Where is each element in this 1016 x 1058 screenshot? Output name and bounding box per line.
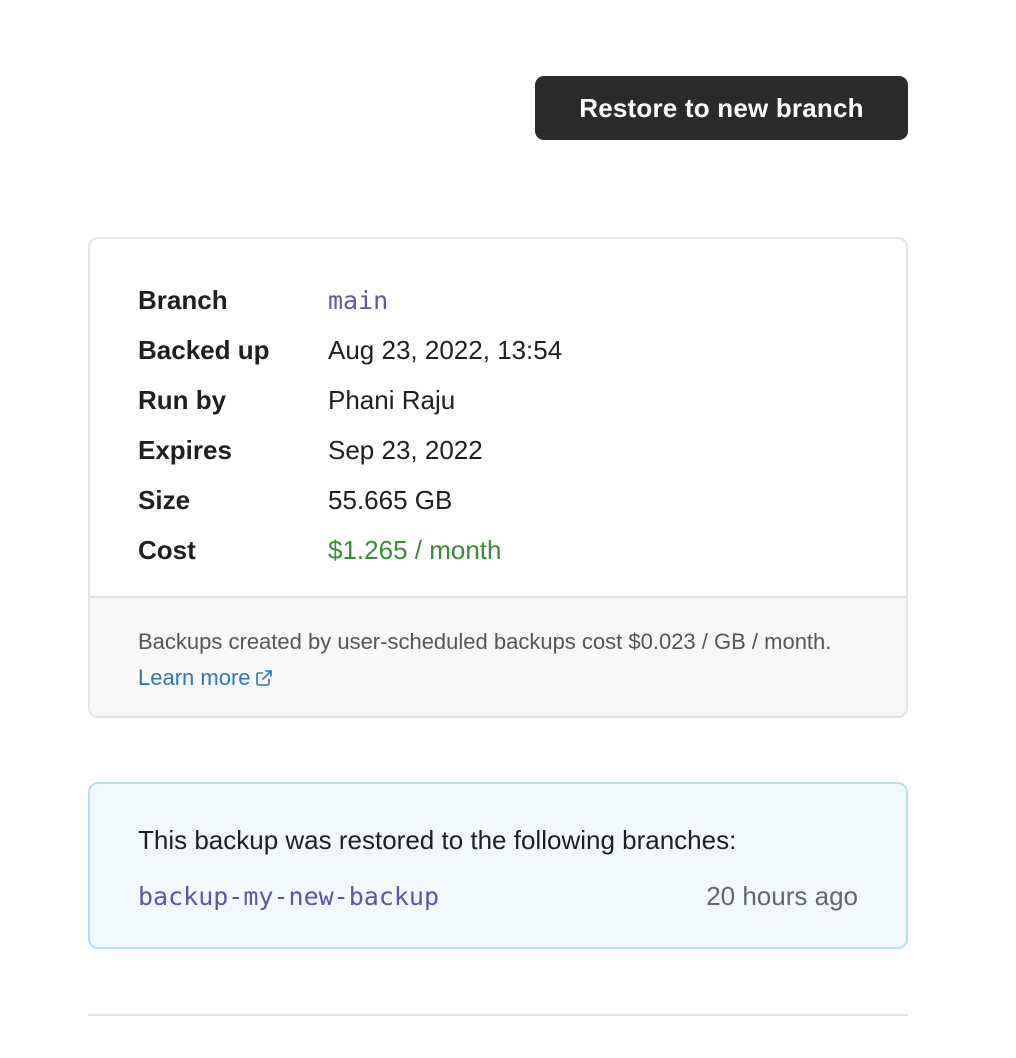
restored-branches-heading: This backup was restored to the followin… bbox=[138, 825, 737, 855]
detail-label-branch: Branch bbox=[138, 284, 228, 315]
detail-value-run-by: Phani Raju bbox=[328, 384, 456, 415]
detail-value-branch: main bbox=[328, 285, 389, 315]
learn-more-label: Learn more bbox=[138, 665, 251, 690]
external-link-icon bbox=[255, 662, 273, 698]
backup-details-card: Branch main Backed up Aug 23, 2022, 13:5… bbox=[88, 237, 908, 718]
detail-label-backed-up: Backed up bbox=[138, 334, 270, 365]
detail-label-cost: Cost bbox=[138, 534, 196, 565]
detail-row-branch: Branch main bbox=[138, 275, 906, 325]
restored-branch-link[interactable]: backup-my-new-backup bbox=[138, 882, 439, 911]
detail-value-backed-up: Aug 23, 2022, 13:54 bbox=[328, 334, 563, 365]
detail-label-expires: Expires bbox=[138, 434, 232, 465]
detail-value-expires: Sep 23, 2022 bbox=[328, 434, 483, 465]
cost-info-footer: Backups created by user-scheduled backup… bbox=[90, 596, 906, 716]
restore-to-new-branch-button[interactable]: Restore to new branch bbox=[535, 76, 908, 140]
detail-label-size: Size bbox=[138, 484, 191, 515]
section-divider bbox=[88, 1014, 908, 1016]
learn-more-link[interactable]: Learn more bbox=[138, 665, 273, 690]
detail-row-cost: Cost $1.265 / month bbox=[138, 525, 906, 575]
backup-details-list: Branch main Backed up Aug 23, 2022, 13:5… bbox=[90, 239, 906, 596]
restored-branch-time: 20 hours ago bbox=[706, 880, 858, 911]
detail-row-expires: Expires Sep 23, 2022 bbox=[138, 425, 906, 475]
detail-row-size: Size 55.665 GB bbox=[138, 475, 906, 525]
detail-row-backed-up: Backed up Aug 23, 2022, 13:54 bbox=[138, 325, 906, 375]
detail-value-size: 55.665 GB bbox=[328, 484, 453, 515]
restored-branch-row: backup-my-new-backup 20 hours ago bbox=[138, 876, 858, 916]
detail-label-run-by: Run by bbox=[138, 384, 227, 415]
backup-detail-page: Restore to new branch Branch main Backed… bbox=[0, 0, 1016, 1058]
cost-info-text: Backups created by user-scheduled backup… bbox=[138, 629, 832, 654]
detail-row-run-by: Run by Phani Raju bbox=[138, 375, 906, 425]
detail-value-cost: $1.265 / month bbox=[328, 534, 502, 565]
restored-branches-notice: This backup was restored to the followin… bbox=[88, 782, 908, 949]
